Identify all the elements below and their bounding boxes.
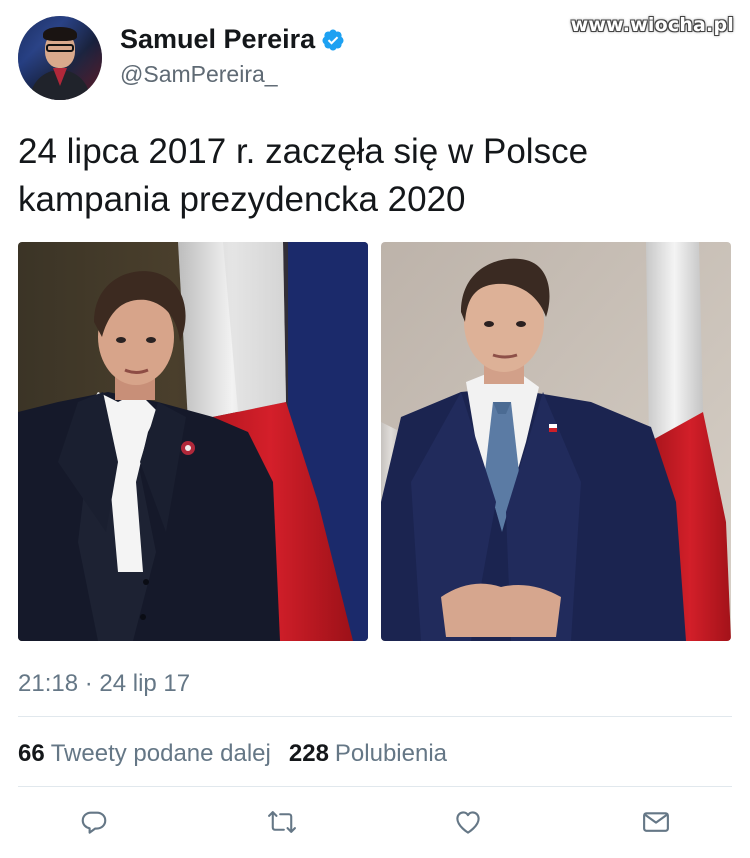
divider (18, 716, 732, 717)
heart-icon (456, 811, 480, 834)
retweet-button[interactable] (266, 806, 298, 838)
author-info: Samuel Pereira @SamPereira_ (120, 24, 345, 88)
envelope-icon (643, 812, 669, 832)
reply-button[interactable] (78, 806, 110, 838)
author-display-name[interactable]: Samuel Pereira (120, 24, 315, 55)
likes-stat[interactable]: 228 Polubienia (289, 740, 447, 768)
like-button[interactable] (452, 806, 484, 838)
tweet-header: Samuel Pereira @SamPereira_ (18, 16, 345, 100)
author-handle[interactable]: @SamPereira_ (120, 61, 345, 88)
media-photo-left[interactable] (18, 242, 368, 641)
tweet-stats: 66 Tweety podane dalej 228 Polubienia (18, 740, 465, 768)
tweet-actions (0, 806, 750, 846)
likes-count: 228 (288, 740, 329, 767)
divider (18, 786, 732, 787)
tweet-text-line: kampania prezydencka 2020 (18, 180, 466, 219)
retweet-icon (268, 811, 296, 833)
tweet-text-line: 24 lipca 2017 r. zaczęła się w Polsce (18, 132, 589, 171)
tweet-media (18, 242, 731, 642)
watermark: www.wiocha.pl (570, 14, 734, 36)
reply-icon (81, 811, 107, 834)
avatar[interactable] (18, 16, 102, 100)
media-photo-right[interactable] (381, 242, 731, 641)
retweets-label: Tweety podane dalej (50, 740, 271, 767)
likes-label: Polubienia (334, 740, 448, 767)
retweets-count: 66 (18, 740, 45, 767)
tweet-text: 24 lipca 2017 r. zaczęła się w Polsce ka… (18, 128, 728, 224)
direct-message-button[interactable] (640, 806, 672, 838)
verified-badge-icon (322, 29, 344, 50)
tweet-timestamp[interactable]: 21:18 · 24 lip 17 (18, 670, 190, 698)
retweets-stat[interactable]: 66 Tweety podane dalej (18, 740, 271, 768)
